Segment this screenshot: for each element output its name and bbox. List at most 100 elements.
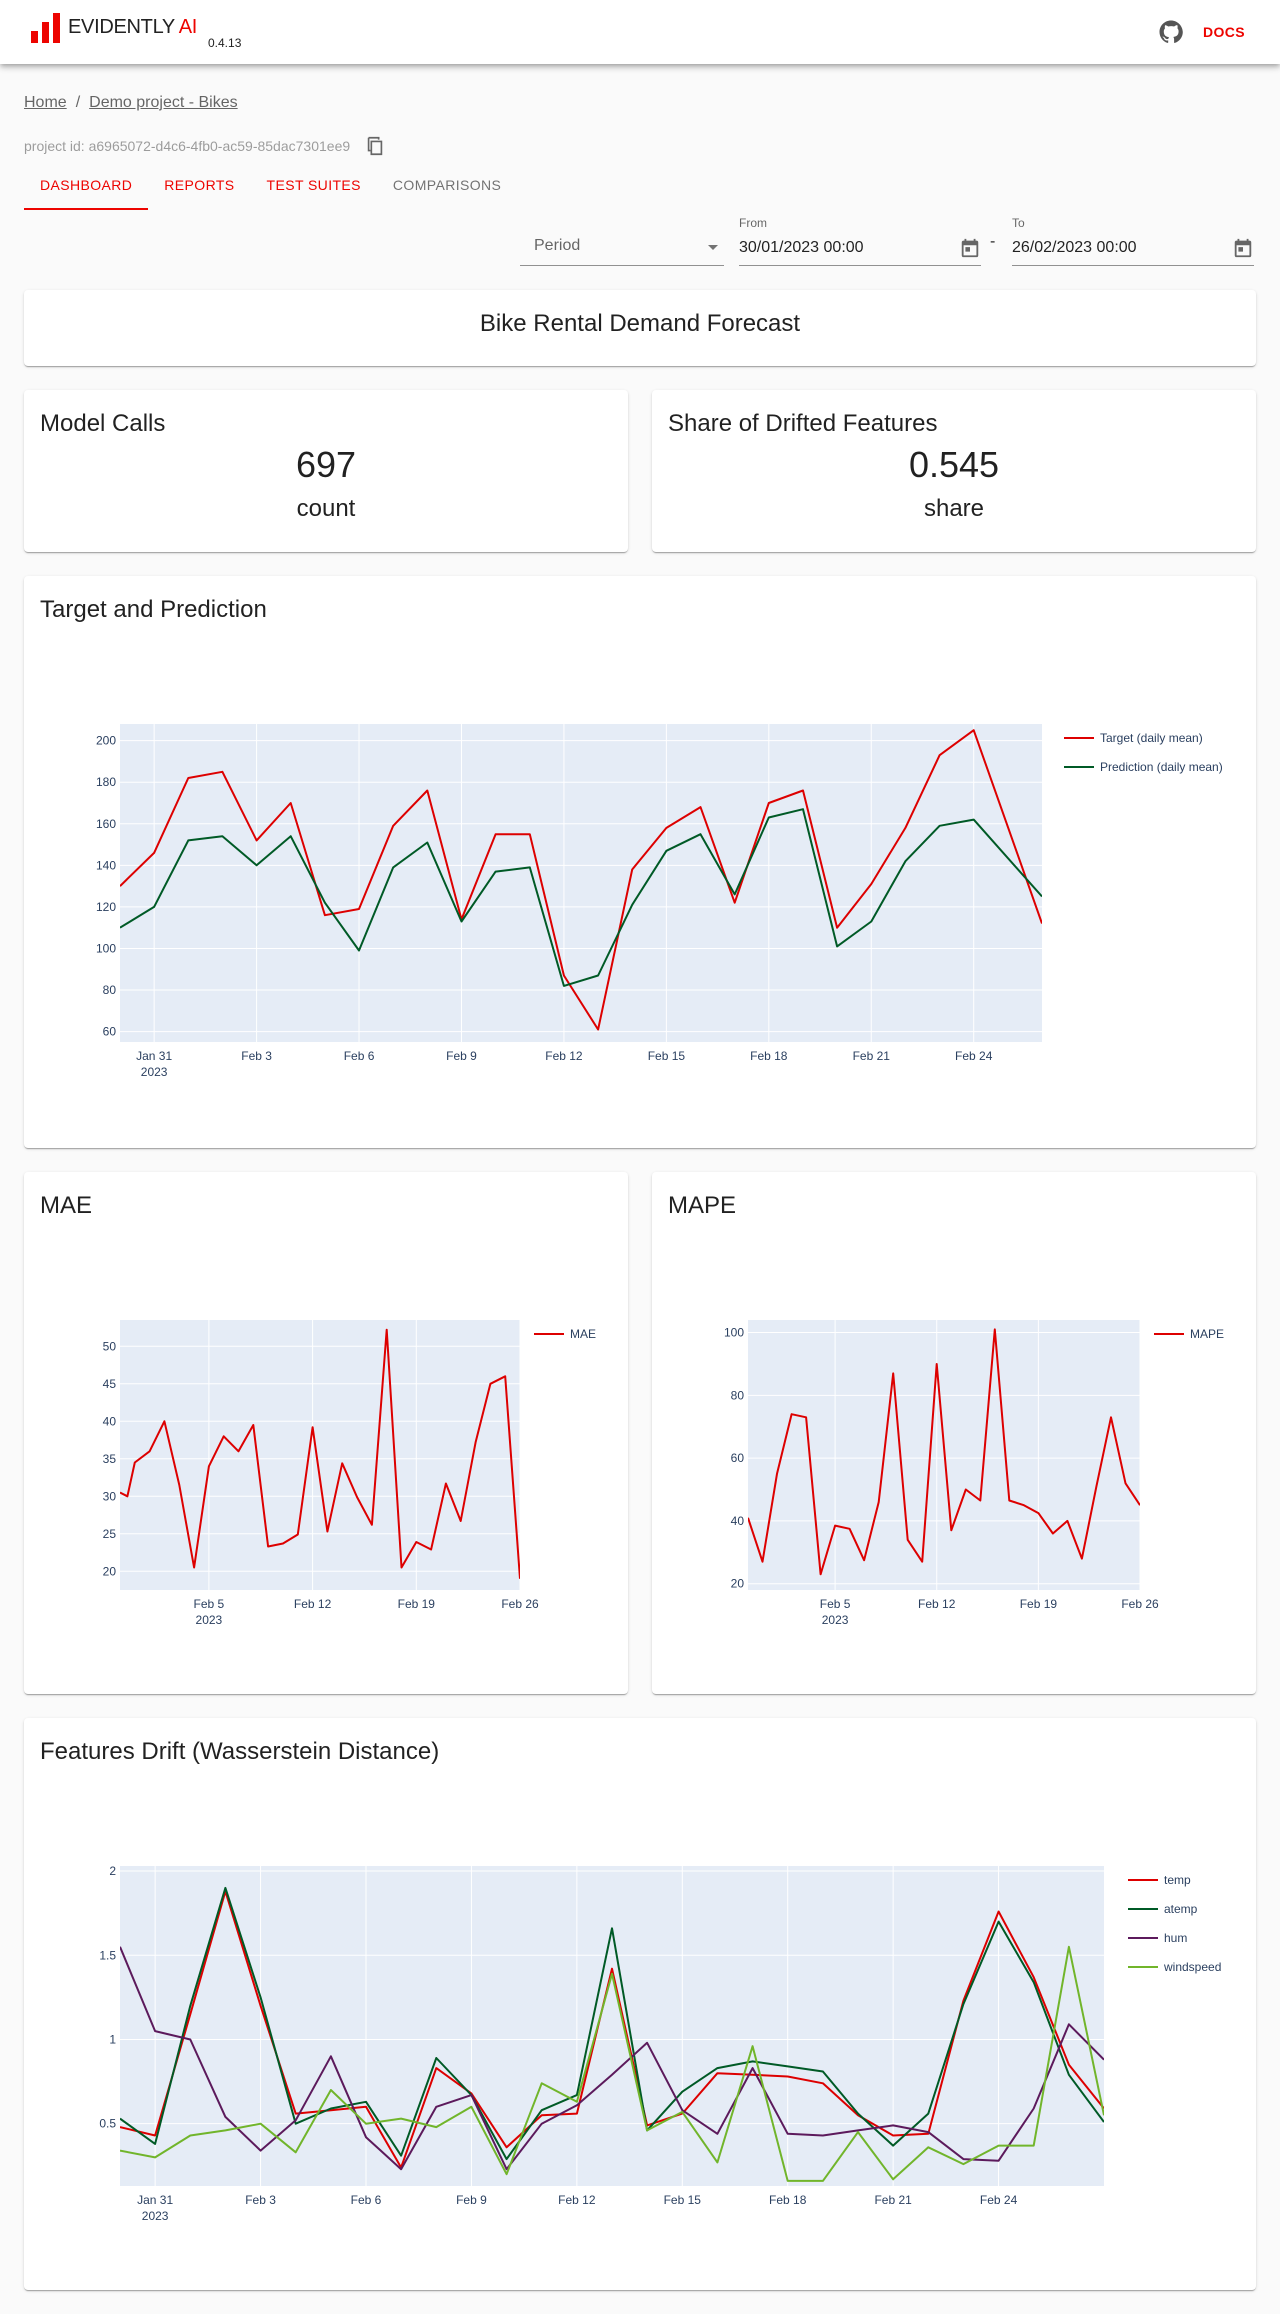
copy-icon[interactable] (364, 135, 386, 157)
y-tick-label: 50 (103, 1339, 117, 1353)
breadcrumb-separator: / (75, 94, 81, 111)
x-tick-label: Feb 6 (344, 1049, 375, 1063)
legend-label: windspeed (1163, 1960, 1221, 1974)
date-from-value: 30/01/2023 00:00 (739, 239, 864, 256)
x-tick-label: Feb 12 (294, 1597, 332, 1611)
mape-card: MAPE 20 40 60 80 100 Feb 5 2023 Feb 12 Feb 19 Feb… (652, 1172, 1256, 1694)
y-tick-label: 80 (731, 1388, 745, 1402)
date-from-field[interactable]: From 30/01/2023 00:00 (739, 216, 981, 266)
x-tick-label: Feb 12 (545, 1049, 583, 1063)
y-tick-label: 100 (96, 941, 116, 955)
counter-value: 0.545 (908, 444, 1000, 485)
breadcrumb: Home / Demo project - Bikes (24, 94, 238, 112)
x-tick-label: 2023 (141, 1065, 168, 1079)
x-tick-label: Feb 19 (1020, 1597, 1058, 1611)
y-tick-label: 35 (103, 1452, 117, 1466)
y-tick-label: 20 (731, 1577, 745, 1591)
x-tick-label: 2023 (822, 1613, 849, 1627)
calendar-icon[interactable] (1232, 237, 1254, 259)
logo-text[interactable]: EVIDENTLY AI (68, 16, 197, 39)
app-bar: EVIDENTLY AI 0.4.13 DOCS (0, 0, 1280, 64)
period-select-value: Period (534, 237, 581, 254)
x-tick-label: Feb 21 (853, 1049, 891, 1063)
x-tick-label: Feb 6 (351, 2193, 382, 2207)
mae-chart[interactable]: 20 25 30 35 40 45 50 Feb 5 2023 Feb 12 Feb 19 Feb 2… (24, 1172, 628, 1694)
target-prediction-chart[interactable]: 60 80 100 120 140 160 180 200 Jan 31 2023 Feb 3 Feb… (24, 576, 1256, 1148)
counter-value: 697 (295, 444, 357, 485)
y-tick-label: 180 (96, 775, 116, 789)
counter-label: count (296, 495, 356, 522)
y-tick-label: 40 (103, 1414, 117, 1428)
docs-link[interactable]: DOCS (1203, 24, 1245, 40)
plot-background (120, 1320, 520, 1590)
breadcrumb-project[interactable]: Demo project - Bikes (89, 94, 238, 112)
target-prediction-card: Target and Prediction 60 80 100 120 140 160 18… (24, 576, 1256, 1148)
x-tick-label: Feb 12 (918, 1597, 956, 1611)
y-tick-label: 140 (96, 858, 116, 872)
y-tick-label: 100 (724, 1326, 744, 1340)
legend-label: hum (1164, 1931, 1187, 1945)
x-tick-label: Feb 5 (820, 1597, 851, 1611)
y-tick-label: 40 (731, 1514, 745, 1528)
breadcrumb-home[interactable]: Home (24, 94, 67, 112)
x-tick-label: 2023 (196, 1613, 223, 1627)
evidently-logo[interactable] (31, 13, 63, 43)
github-icon[interactable] (1159, 20, 1183, 44)
y-tick-label: 120 (96, 900, 116, 914)
y-tick-label: 30 (103, 1489, 117, 1503)
x-tick-label: Feb 5 (194, 1597, 225, 1611)
mape-chart[interactable]: 20 40 60 80 100 Feb 5 2023 Feb 12 Feb 19 Feb 26 MA… (652, 1172, 1256, 1694)
x-tick-label: Feb 24 (980, 2193, 1018, 2207)
date-to-field[interactable]: To 26/02/2023 00:00 (1012, 216, 1254, 266)
y-tick-label: 2 (109, 1864, 116, 1878)
x-tick-label: Feb 12 (558, 2193, 596, 2207)
project-id-text: project id: a6965072-d4c6-4fb0-ac59-85da… (24, 138, 351, 154)
x-tick-label: Feb 19 (398, 1597, 436, 1611)
counter-card-drifted-features: Share of Drifted Features 0.545 share (652, 390, 1256, 552)
plot-background (120, 724, 1042, 1042)
y-tick-label: 160 (96, 817, 116, 831)
counter-title: Model Calls (40, 410, 166, 437)
x-tick-label: Jan 31 (136, 1049, 172, 1063)
features-drift-card: Features Drift (Wasserstein Distance) 0.… (24, 1718, 1256, 2290)
logo-bars-icon (31, 13, 60, 43)
x-tick-label: 2023 (142, 2209, 169, 2223)
date-range-separator: - (990, 233, 996, 250)
y-tick-label: 20 (103, 1564, 117, 1578)
legend-label: Target (daily mean) (1100, 731, 1203, 745)
x-tick-label: Feb 3 (241, 1049, 272, 1063)
x-tick-label: Feb 18 (750, 1049, 788, 1063)
x-tick-label: Feb 9 (446, 1049, 477, 1063)
tab-dashboard[interactable]: DASHBOARD (24, 160, 149, 210)
period-select[interactable]: Period (520, 230, 724, 266)
x-tick-label: Feb 15 (664, 2193, 702, 2207)
counter-label: share (923, 495, 985, 522)
y-tick-label: 60 (103, 1025, 117, 1039)
y-tick-label: 25 (103, 1527, 117, 1541)
y-tick-label: 1.5 (99, 1948, 116, 1962)
date-to-label: To (1012, 216, 1025, 230)
dashboard-title-card: Bike Rental Demand Forecast (24, 290, 1256, 366)
legend-label: MAE (570, 1327, 596, 1341)
x-tick-label: Feb 18 (769, 2193, 807, 2207)
counter-card-model-calls: Model Calls 697 count (24, 390, 628, 552)
logo-text-accent: AI (174, 16, 198, 38)
x-tick-label: Feb 24 (955, 1049, 993, 1063)
x-tick-label: Feb 26 (501, 1597, 539, 1611)
dashboard-title: Bike Rental Demand Forecast (479, 310, 801, 337)
x-tick-label: Feb 26 (1121, 1597, 1159, 1611)
tab-bar: DASHBOARD REPORTS TEST SUITES COMPARISON… (24, 160, 517, 210)
x-tick-label: Jan 31 (137, 2193, 173, 2207)
features-drift-chart[interactable]: 0.511.52Jan 312023Feb 3 Feb 6 Feb 9 Feb 12 F… (24, 1718, 1256, 2290)
x-tick-label: Feb 15 (648, 1049, 686, 1063)
y-tick-label: 1 (109, 2032, 116, 2046)
y-tick-label: 200 (96, 734, 116, 748)
calendar-icon[interactable] (959, 237, 981, 259)
legend-label: temp (1164, 1873, 1191, 1887)
date-from-label: From (739, 216, 767, 230)
tab-comparisons[interactable]: COMPARISONS (377, 160, 517, 210)
date-to-value: 26/02/2023 00:00 (1012, 239, 1137, 256)
tab-reports[interactable]: REPORTS (148, 160, 250, 210)
tab-test-suites[interactable]: TEST SUITES (251, 160, 377, 210)
counter-title: Share of Drifted Features (668, 410, 938, 437)
